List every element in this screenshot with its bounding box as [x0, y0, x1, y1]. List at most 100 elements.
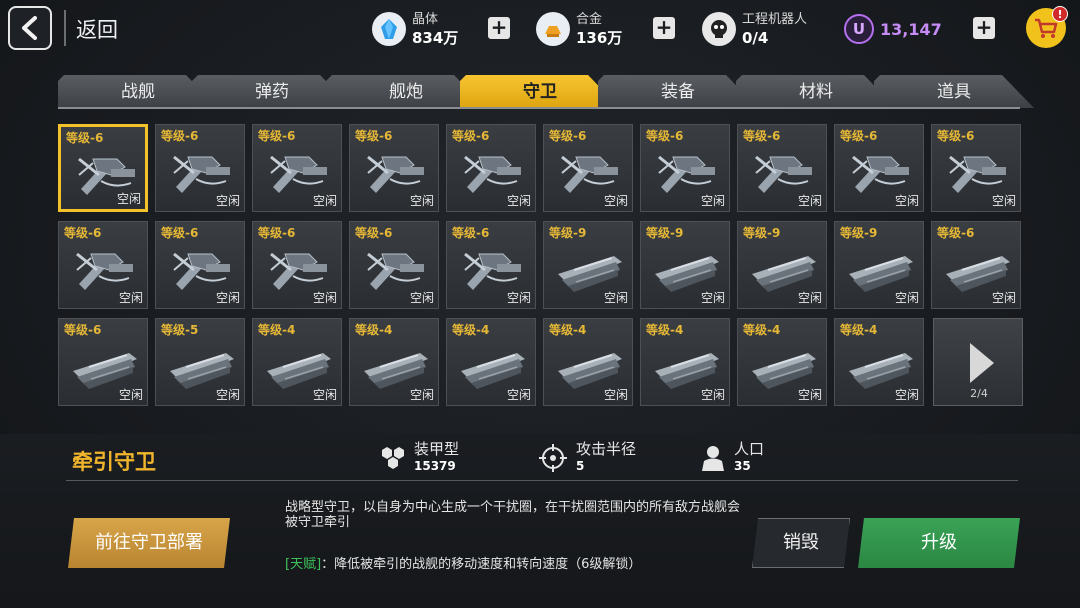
guard-status: 空闲: [991, 194, 1016, 208]
destroy-button[interactable]: 销毁: [752, 518, 850, 568]
guard-status: 空闲: [215, 194, 240, 208]
guard-slot[interactable]: 等级-4 空闲: [737, 318, 827, 406]
guard-slot[interactable]: 等级-9 空闲: [834, 221, 924, 309]
talent-line: [天赋]：降低被牵引的战舰的移动速度和转向速度（6级解锁）: [285, 553, 641, 572]
guard-status: 空闲: [215, 388, 240, 402]
guard-slot[interactable]: 等级-6 空闲: [446, 124, 536, 212]
guard-status: 空闲: [700, 291, 725, 305]
guard-slot[interactable]: 等级-6 空闲: [58, 221, 148, 309]
guard-slot[interactable]: 等级-9 空闲: [543, 221, 633, 309]
population-label: 人口: [734, 440, 765, 458]
guard-level: 等级-6: [549, 129, 587, 143]
guard-status: 空闲: [700, 388, 725, 402]
guard-status: 空闲: [118, 388, 143, 402]
crystal-icon: [372, 12, 406, 46]
guard-slot[interactable]: 等级-6 空闲: [543, 124, 633, 212]
robot-icon: [702, 12, 736, 46]
guard-status: 空闲: [506, 291, 531, 305]
guard-status: 空闲: [797, 194, 822, 208]
robot-value: 0/4: [742, 29, 769, 47]
armor-value: 15379: [414, 459, 456, 473]
armor-label: 装甲型: [414, 440, 460, 458]
guard-status: 空闲: [312, 388, 337, 402]
add-crystal-button[interactable]: +: [488, 17, 510, 39]
guard-level: 等级-6: [355, 226, 393, 240]
tab-materials[interactable]: 材料: [736, 75, 896, 108]
guard-status: 空闲: [506, 388, 531, 402]
population-value: 35: [734, 459, 751, 473]
guard-level: 等级-6: [452, 226, 490, 240]
guard-level: 等级-4: [743, 323, 781, 337]
crystal-name: 晶体: [412, 12, 439, 27]
guard-level: 等级-9: [646, 226, 684, 240]
unit-description: 战略型守卫，以自身为中心生成一个干扰圈，在干扰圈范围内的所有敌方战舰会被守卫牵引: [285, 500, 741, 530]
guard-status: 空闲: [116, 192, 141, 206]
tab-items[interactable]: 道具: [874, 75, 1034, 108]
guard-status: 空闲: [894, 291, 919, 305]
guard-level: 等级-9: [549, 226, 587, 240]
tab-guards[interactable]: 守卫: [460, 75, 620, 108]
attack-radius-label: 攻击半径: [576, 440, 637, 458]
detail-divider: [66, 480, 1018, 481]
guard-level: 等级-4: [549, 323, 587, 337]
guard-slot[interactable]: 等级-4 空闲: [640, 318, 730, 406]
resource-robot: 工程机器人 0/4: [702, 8, 807, 50]
guard-slot[interactable]: 等级-6 空闲: [834, 124, 924, 212]
guard-level: 等级-6: [840, 129, 878, 143]
tab-equipment[interactable]: 装备: [598, 75, 758, 108]
guard-level: 等级-6: [66, 131, 104, 145]
go-guard-deploy-button[interactable]: 前往守卫部署: [68, 518, 230, 568]
guard-slot[interactable]: 等级-6 空闲: [58, 318, 148, 406]
guard-slot[interactable]: 等级-6 空闲: [252, 124, 342, 212]
hangar-screen: 返回 晶体 834万 + 合金 136万 + 工程机器人 0/4 U 13,14…: [0, 0, 1080, 608]
top-bar: 返回 晶体 834万 + 合金 136万 + 工程机器人 0/4 U 13,14…: [0, 0, 1080, 58]
back-label: 返回: [76, 18, 118, 42]
guard-level: 等级-6: [161, 226, 199, 240]
guard-level: 等级-4: [258, 323, 296, 337]
guard-slot[interactable]: 等级-6 空闲: [58, 124, 148, 212]
guard-slot[interactable]: 等级-6 空闲: [931, 221, 1021, 309]
guard-slot[interactable]: 等级-6 空闲: [640, 124, 730, 212]
guard-slot[interactable]: 等级-4 空闲: [252, 318, 342, 406]
guard-slot[interactable]: 等级-6 空闲: [252, 221, 342, 309]
guard-level: 等级-6: [161, 129, 199, 143]
resource-u-currency: U 13,147: [844, 8, 942, 50]
page-indicator: 2/4: [970, 387, 988, 400]
guard-level: 等级-6: [937, 226, 975, 240]
guard-slot[interactable]: 等级-4 空闲: [349, 318, 439, 406]
talent-tag: [天赋]: [285, 557, 322, 572]
guard-slot[interactable]: 等级-4 空闲: [446, 318, 536, 406]
tabs-underline: [58, 107, 1020, 109]
resource-crystal: 晶体 834万: [372, 8, 458, 50]
guard-status: 空闲: [409, 291, 434, 305]
u-currency-value: 13,147: [880, 19, 942, 39]
guard-slot[interactable]: 等级-6 空闲: [446, 221, 536, 309]
guard-level: 等级-6: [64, 226, 102, 240]
guard-level: 等级-4: [355, 323, 393, 337]
add-u-currency-button[interactable]: +: [973, 17, 995, 39]
guard-level: 等级-4: [646, 323, 684, 337]
guard-slot[interactable]: 等级-5 空闲: [155, 318, 245, 406]
guard-slot[interactable]: 等级-6 空闲: [931, 124, 1021, 212]
guard-slot[interactable]: 等级-6 空闲: [737, 124, 827, 212]
add-alloy-button[interactable]: +: [653, 17, 675, 39]
guard-slot[interactable]: 等级-6 空闲: [349, 124, 439, 212]
back-button[interactable]: [8, 6, 52, 50]
u-currency-letter: U: [852, 20, 866, 38]
u-currency-icon: U: [844, 14, 874, 44]
upgrade-button[interactable]: 升级: [858, 518, 1020, 568]
guard-slot[interactable]: 等级-4 空闲: [543, 318, 633, 406]
guard-slot[interactable]: 等级-6 空闲: [155, 124, 245, 212]
next-page-button[interactable]: 2/4: [933, 318, 1023, 406]
guard-slot[interactable]: 等级-9 空闲: [737, 221, 827, 309]
robot-name: 工程机器人: [742, 12, 808, 27]
guard-slot[interactable]: 等级-9 空闲: [640, 221, 730, 309]
stat-population: 人口 35: [700, 438, 764, 478]
guard-status: 空闲: [506, 194, 531, 208]
guard-status: 空闲: [312, 291, 337, 305]
guard-slot[interactable]: 等级-4 空闲: [834, 318, 924, 406]
guard-slot[interactable]: 等级-6 空闲: [349, 221, 439, 309]
guard-slot[interactable]: 等级-6 空闲: [155, 221, 245, 309]
guard-status: 空闲: [797, 291, 822, 305]
stat-armor: 装甲型 15379: [380, 438, 459, 478]
